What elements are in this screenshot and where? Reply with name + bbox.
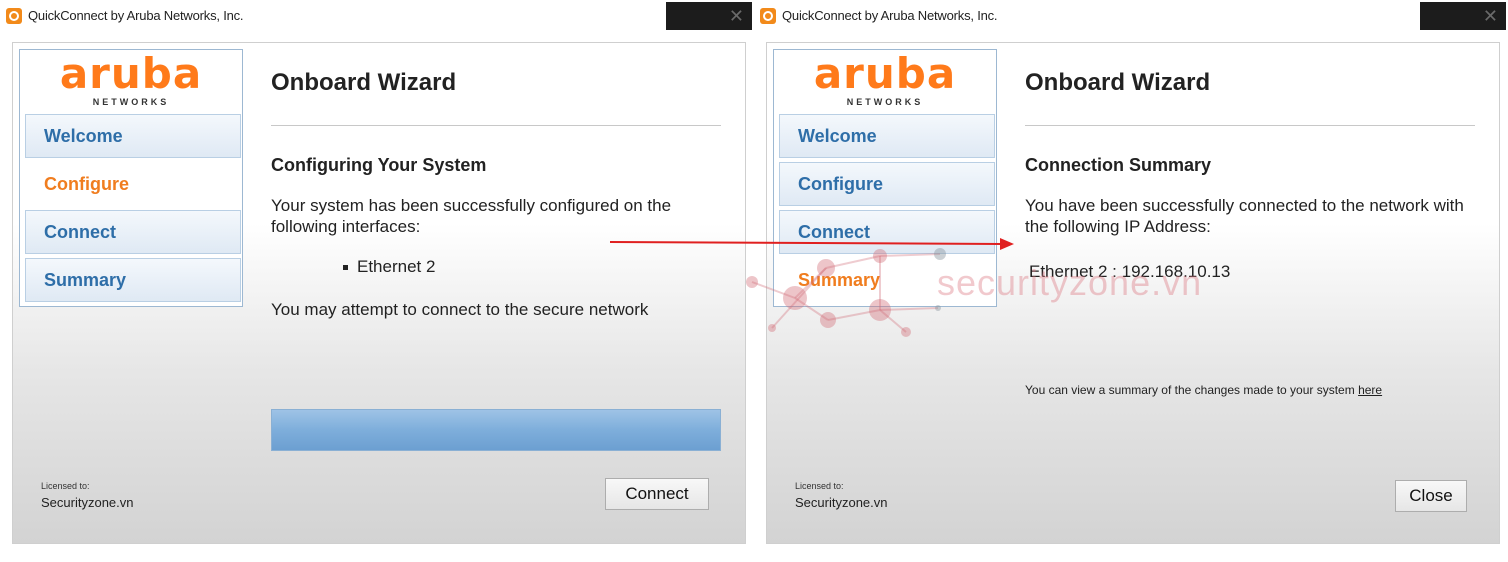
title-bar: QuickConnect by Aruba Networks, Inc. ✕ [0, 0, 754, 32]
nav-label: Welcome [44, 126, 123, 146]
watermark-text: securityzone.vn [937, 262, 1203, 303]
nav-item-configure[interactable]: Configure [779, 162, 995, 206]
progress-bar [271, 409, 721, 451]
close-icon: ✕ [728, 6, 744, 27]
window-title: QuickConnect by Aruba Networks, Inc. [28, 8, 244, 23]
licensed-label: Licensed to: [795, 481, 844, 491]
wizard-sidebar: aruba NETWORKS Welcome Configure Connect… [19, 49, 243, 307]
close-button[interactable]: ✕ [666, 2, 752, 30]
summary-note-text: You can view a summary of the changes ma… [1025, 383, 1355, 397]
status-message: Your system has been successfully config… [271, 196, 672, 236]
aruba-logo: aruba NETWORKS [20, 50, 242, 114]
logo-subtext: NETWORKS [846, 97, 924, 107]
interface-item: Ethernet 2 [343, 257, 435, 277]
nav-label: Connect [44, 222, 116, 242]
nav-label: Summary [44, 270, 127, 290]
title-bar: QuickConnect by Aruba Networks, Inc. ✕ [754, 0, 1508, 32]
app-icon [760, 8, 776, 24]
nav-label: Configure [798, 174, 883, 194]
licensed-name: Securityzone.vn [41, 495, 134, 510]
section-title: Configuring Your System [271, 155, 487, 175]
logo-subtext: NETWORKS [92, 97, 170, 107]
instruction-text: You may attempt to connect to the secure… [271, 300, 649, 319]
nav-label: Configure [44, 174, 129, 194]
wizard-heading: Onboard Wizard [271, 69, 457, 96]
nav-item-welcome[interactable]: Welcome [779, 114, 995, 158]
divider [271, 125, 721, 126]
wizard-panel: aruba NETWORKS Welcome Configure Connect… [12, 42, 746, 544]
summary-note: You can view a summary of the changes ma… [1025, 383, 1382, 397]
close-icon: ✕ [1482, 6, 1498, 27]
nav-label: Welcome [798, 126, 877, 146]
nav-label: Connect [798, 222, 870, 242]
licensed-label: Licensed to: [41, 481, 90, 491]
logo-wordmark: aruba [813, 49, 957, 98]
nav-item-configure[interactable]: Configure [25, 162, 241, 206]
status-message: You have been successfully connected to … [1025, 196, 1464, 236]
close-dialog-button[interactable]: Close [1395, 480, 1467, 512]
app-icon [6, 8, 22, 24]
nav-item-welcome[interactable]: Welcome [25, 114, 241, 158]
licensed-name: Securityzone.vn [795, 495, 888, 510]
nav-item-summary[interactable]: Summary [25, 258, 241, 302]
window-title: QuickConnect by Aruba Networks, Inc. [782, 8, 998, 23]
nav-item-connect[interactable]: Connect [25, 210, 241, 254]
summary-link[interactable]: here [1358, 383, 1382, 397]
connect-button[interactable]: Connect [605, 478, 709, 510]
nav-item-connect[interactable]: Connect [779, 210, 995, 254]
logo-wordmark: aruba [59, 49, 203, 98]
wizard-heading: Onboard Wizard [1025, 69, 1211, 96]
quickconnect-window-configure: QuickConnect by Aruba Networks, Inc. ✕ a… [0, 0, 754, 562]
nav-label: Summary [798, 270, 881, 290]
divider [1025, 125, 1475, 126]
aruba-logo: aruba NETWORKS [774, 50, 996, 114]
section-title: Connection Summary [1025, 155, 1212, 175]
close-button[interactable]: ✕ [1420, 2, 1506, 30]
